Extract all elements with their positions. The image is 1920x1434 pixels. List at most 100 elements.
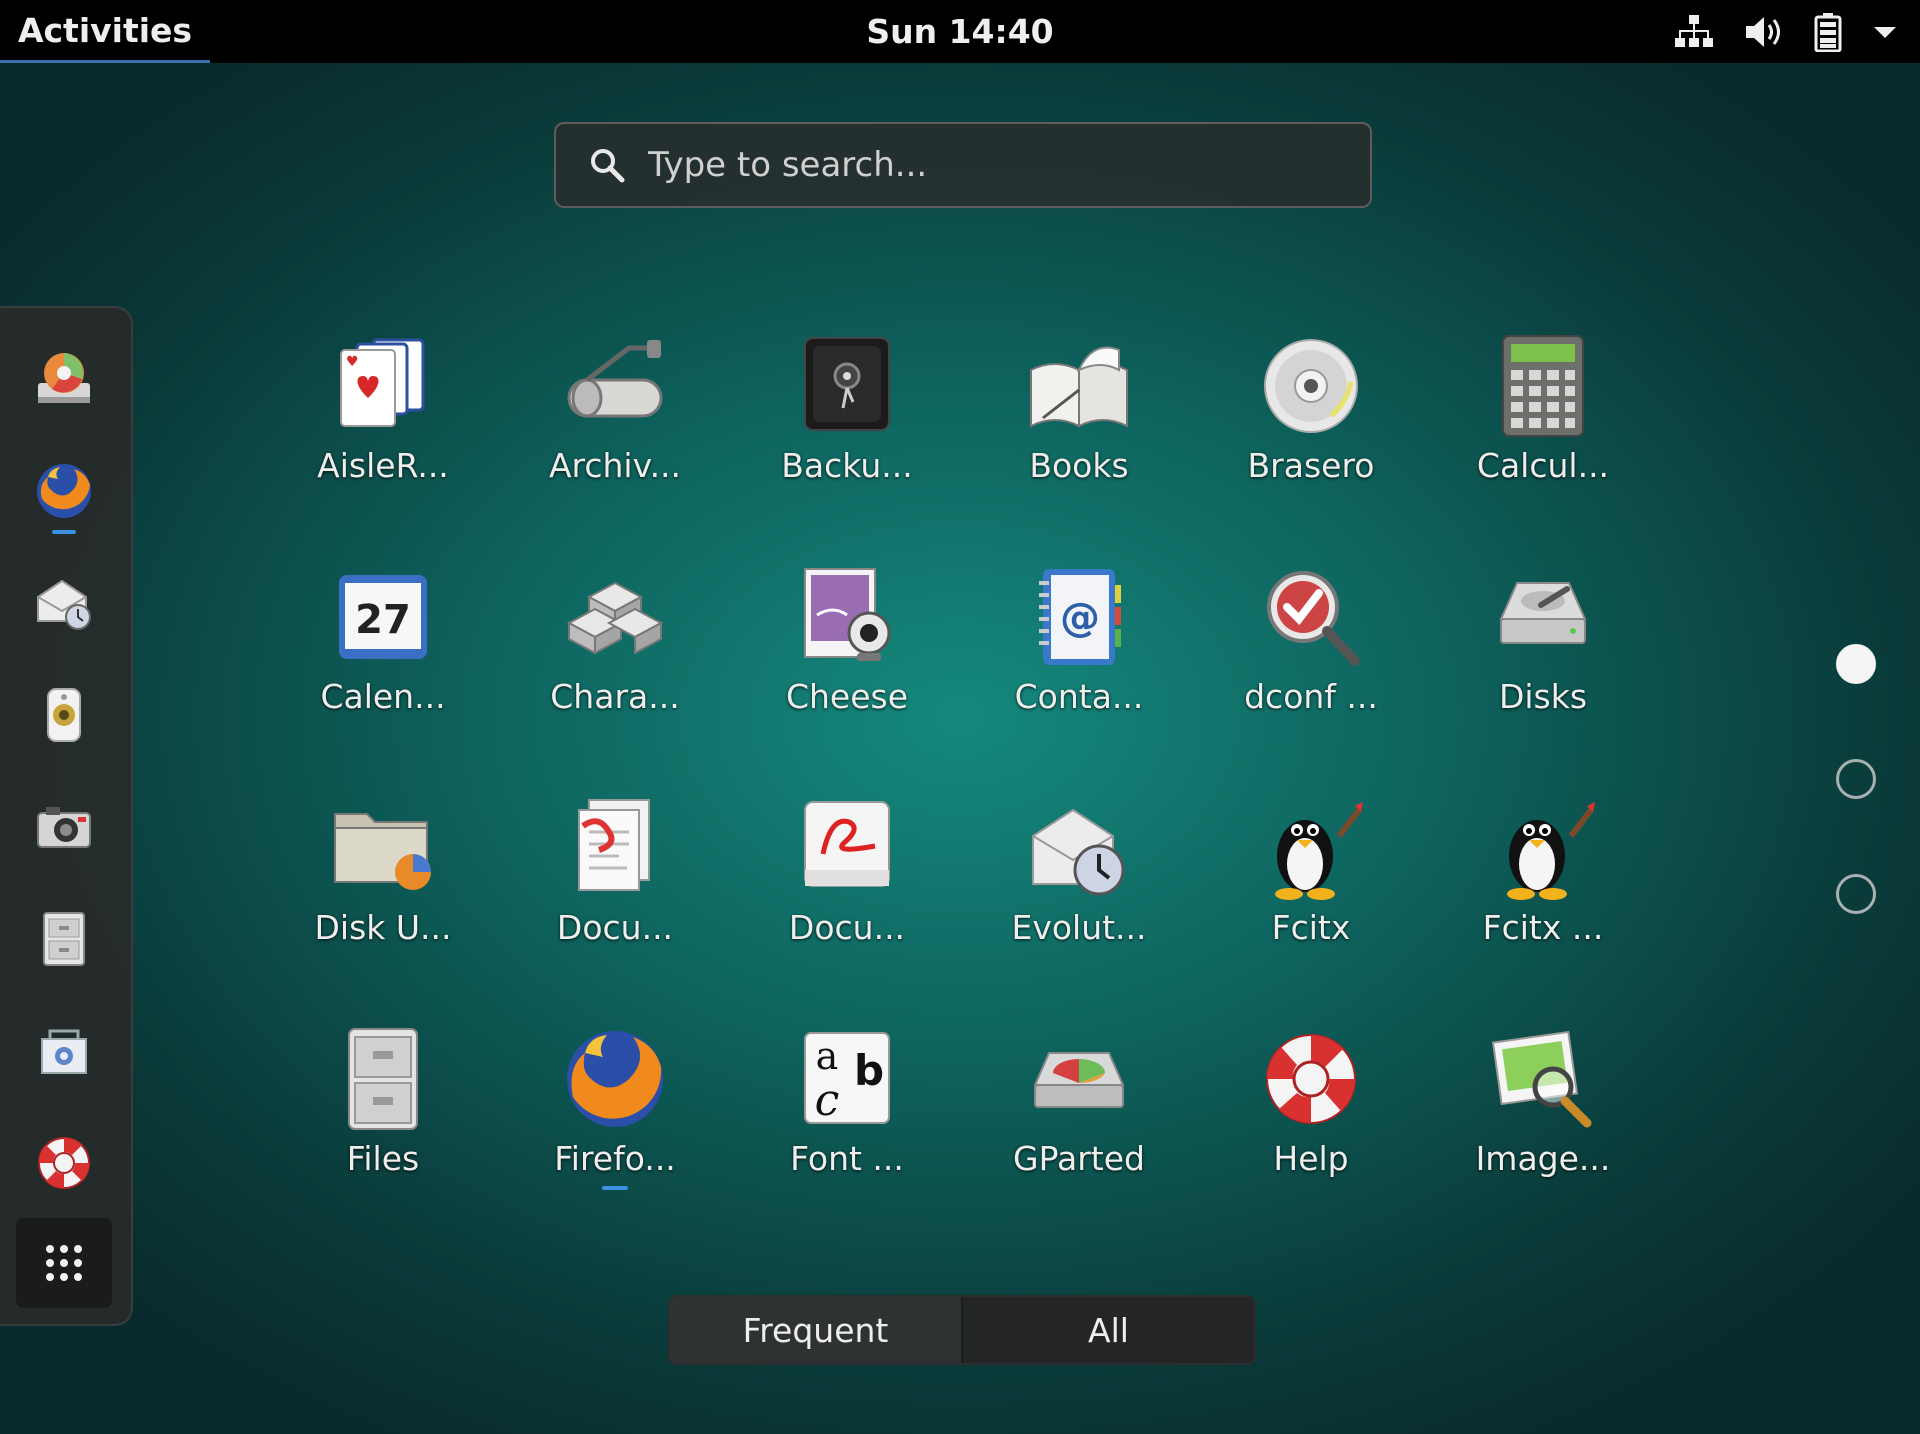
dash-item-evolution[interactable] [16, 558, 112, 648]
dconf-editor-icon [1267, 571, 1360, 666]
app-icon-wrap [1255, 561, 1367, 673]
app-icon-wrap [1487, 1023, 1599, 1135]
running-indicator [602, 1186, 628, 1190]
app-books[interactable]: Books [979, 330, 1179, 530]
disk-usage-icon [334, 813, 431, 890]
document-scanner-icon [804, 801, 890, 887]
running-indicator [52, 530, 76, 534]
dash-item-files[interactable] [16, 894, 112, 984]
app-evolution[interactable]: Evolut... [979, 792, 1179, 992]
app-icon-wrap [559, 1023, 671, 1135]
page-dot-3[interactable] [1836, 874, 1876, 914]
volume-icon[interactable] [1744, 15, 1784, 49]
all-button[interactable]: All [961, 1297, 1254, 1363]
search-bar[interactable] [554, 122, 1372, 208]
backup-safe-icon [804, 337, 890, 431]
dash-item-disk-usage[interactable] [16, 334, 112, 424]
cheese-webcam-icon [804, 568, 891, 661]
dash-item-firefox[interactable] [16, 446, 112, 536]
app-icon-wrap [1487, 330, 1599, 442]
page-dot-2[interactable] [1836, 759, 1876, 799]
app-calendar[interactable]: 27 Calen... [283, 561, 483, 761]
network-wired-icon[interactable] [1674, 14, 1714, 50]
app-label: Conta... [1014, 677, 1144, 716]
font-sample-glyph: a [816, 1034, 839, 1078]
app-gparted[interactable]: GParted [979, 1023, 1179, 1223]
document-viewer-icon [578, 799, 650, 891]
contacts-icon: @ [1039, 569, 1121, 665]
calendar-day-number: 27 [355, 597, 411, 643]
app-files[interactable]: Files [283, 1023, 483, 1223]
top-bar: Activities Sun 14:40 [0, 0, 1920, 63]
page-dot-1[interactable] [1836, 644, 1876, 684]
app-icon-wrap [559, 561, 671, 673]
app-icon-wrap: ♥ [327, 330, 439, 442]
font-viewer-icon: a bc [804, 1032, 890, 1126]
app-brasero-disc[interactable]: Brasero [1211, 330, 1411, 530]
app-label: Fcitx ... [1482, 908, 1604, 947]
system-menu-arrow-icon[interactable] [1872, 24, 1898, 40]
app-icon-wrap [1487, 561, 1599, 673]
app-icon-wrap [1487, 792, 1599, 904]
app-label: Help [1273, 1139, 1349, 1178]
app-disks[interactable]: Disks [1443, 561, 1643, 761]
fcitx-config-tux-icon [1507, 802, 1595, 900]
view-toggle: Frequent All [668, 1295, 1256, 1365]
battery-icon[interactable] [1814, 12, 1842, 52]
app-label: Brasero [1247, 446, 1375, 485]
app-dconf-editor[interactable]: dconf ... [1211, 561, 1411, 761]
disk-usage-analyzer-icon [38, 353, 90, 403]
app-document-scanner[interactable]: Docu... [747, 792, 947, 992]
dash-item-rhythmbox[interactable] [16, 670, 112, 760]
app-icon-wrap [1023, 792, 1135, 904]
firefox-icon [37, 464, 91, 518]
camera-icon [37, 807, 91, 848]
activities-button[interactable]: Activities [0, 0, 210, 63]
firefox-icon [567, 1031, 663, 1127]
disks-icon [1499, 582, 1587, 644]
app-calculator[interactable]: Calcul... [1443, 330, 1643, 530]
app-label: Firefo... [554, 1139, 676, 1178]
app-font-viewer[interactable]: a b c Font ... [747, 1023, 947, 1223]
calculator-icon [1502, 335, 1584, 437]
app-icon-wrap [1023, 330, 1135, 442]
archive-manager-icon [567, 340, 663, 418]
app-label: Evolut... [1011, 908, 1147, 947]
dash-item-help[interactable] [16, 1118, 112, 1208]
dash-item-camera[interactable] [16, 782, 112, 872]
app-image-viewer[interactable]: Image... [1443, 1023, 1643, 1223]
app-disk-usage[interactable]: Disk U... [283, 792, 483, 992]
search-icon [591, 149, 625, 183]
gparted-icon [1033, 1052, 1125, 1108]
app-icon-wrap [1255, 1023, 1367, 1135]
app-icon-wrap: @ [1023, 561, 1135, 673]
frequent-button[interactable]: Frequent [670, 1297, 961, 1363]
app-archive-manager[interactable]: Archiv... [515, 330, 715, 530]
app-icon-wrap [1255, 330, 1367, 442]
rhythmbox-speaker-icon [47, 688, 81, 742]
app-backup-safe[interactable]: Backu... [747, 330, 947, 530]
app-fcitx-tux[interactable]: Fcitx [1211, 792, 1411, 992]
app-document-viewer[interactable]: Docu... [515, 792, 715, 992]
font-sample-glyph: c [815, 1075, 840, 1126]
system-tray[interactable] [1674, 0, 1898, 63]
app-label: Fcitx [1271, 908, 1351, 947]
app-contacts[interactable]: @ Conta... [979, 561, 1179, 761]
show-applications-button[interactable] [16, 1218, 112, 1308]
app-label: Disk U... [314, 908, 452, 947]
app-help[interactable]: Help [1211, 1023, 1411, 1223]
dash-item-software[interactable] [16, 1006, 112, 1096]
app-aisleriot-cards[interactable]: ♥ AisleR... [283, 330, 483, 530]
app-icon-wrap [559, 792, 671, 904]
app-cheese-webcam[interactable]: Cheese [747, 561, 947, 761]
characters-icon [566, 581, 664, 655]
app-fcitx-config-tux[interactable]: Fcitx ... [1443, 792, 1643, 992]
app-label: Disks [1498, 677, 1588, 716]
app-firefox[interactable]: Firefo... [515, 1023, 715, 1223]
search-input[interactable] [648, 135, 1370, 195]
app-label: Cheese [785, 677, 909, 716]
app-characters[interactable]: Chara... [515, 561, 715, 761]
clock[interactable]: Sun 14:40 [0, 0, 1920, 63]
app-icon-wrap [1023, 1023, 1135, 1135]
app-label: AisleR... [317, 446, 449, 485]
